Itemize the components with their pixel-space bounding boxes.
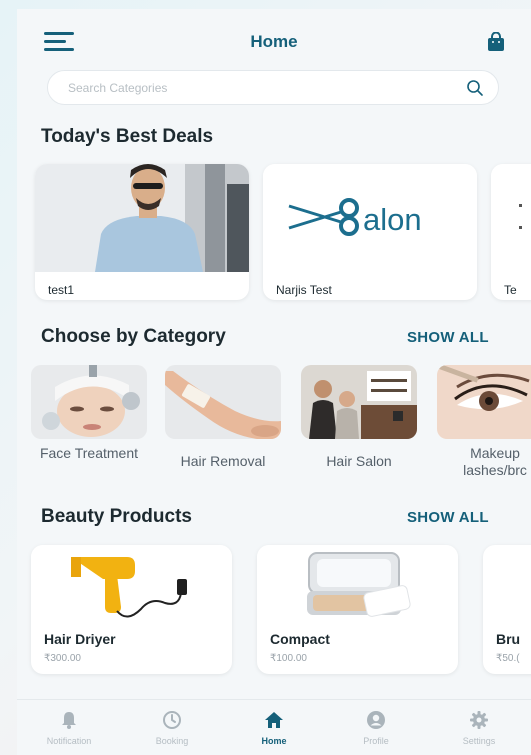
product-card-compact[interactable]: Compact ₹100.00	[257, 545, 458, 674]
app-screen: Home Today's Best Deals	[17, 9, 531, 755]
nav-label: Profile	[363, 736, 389, 746]
nav-label: Booking	[155, 736, 189, 746]
categories-show-all-link[interactable]: SHOW ALL	[407, 329, 489, 346]
nav-label: Settings	[462, 736, 496, 746]
category-image	[437, 365, 531, 439]
deal-label: Te	[504, 283, 517, 297]
deal-image	[35, 164, 249, 272]
search-input[interactable]	[68, 79, 448, 97]
nav-label: Notification	[46, 736, 92, 746]
deal-card-test1[interactable]: test1	[35, 164, 249, 300]
category-makeup-lashes[interactable]: Makeup lashes/brc	[437, 365, 531, 483]
product-price: ₹100.00	[270, 653, 307, 664]
logo-text: alon	[363, 202, 422, 237]
product-name: Compact	[270, 631, 330, 647]
product-price: ₹300.00	[44, 653, 81, 664]
search-icon[interactable]	[466, 79, 484, 97]
deals-title: Today's Best Deals	[41, 126, 214, 147]
product-image	[257, 545, 458, 623]
clock-icon	[163, 711, 181, 729]
search-bar	[47, 70, 499, 105]
nav-home[interactable]: Home	[234, 706, 314, 752]
nav-booking[interactable]: Booking	[132, 706, 212, 752]
home-icon	[265, 712, 283, 728]
deal-image	[491, 164, 531, 272]
bottom-navigation: Notification Booking Home Profile Settin…	[17, 699, 531, 755]
nav-settings[interactable]: Settings	[439, 706, 519, 752]
category-image	[301, 365, 417, 439]
deal-card-narjis-test[interactable]: alon Narjis Test	[263, 164, 477, 300]
page-title: Home	[250, 32, 298, 51]
category-hair-removal[interactable]: Hair Removal	[165, 365, 281, 483]
category-hair-salon[interactable]: Hair Salon	[301, 365, 417, 483]
product-card-partial[interactable]: Bru ₹50.(	[483, 545, 531, 674]
category-title: Choose by Category	[41, 326, 226, 347]
category-face-treatment[interactable]: Face Treatment	[31, 365, 147, 483]
category-label: Hair Removal	[180, 453, 266, 469]
category-label: Hair Salon	[326, 453, 392, 469]
product-image	[31, 545, 232, 623]
category-image	[165, 365, 281, 439]
product-card-hair-dryer[interactable]: Hair Driyer ₹300.00	[31, 545, 232, 674]
product-image	[483, 545, 531, 623]
category-label: Face Treatment	[39, 445, 139, 461]
category-label: Makeup lashes/brc	[463, 445, 527, 478]
gear-icon	[470, 711, 488, 729]
salon-logo: alon	[263, 164, 477, 272]
nav-profile[interactable]: Profile	[336, 706, 416, 752]
products-show-all-link[interactable]: SHOW ALL	[407, 509, 489, 526]
bell-icon	[62, 712, 76, 729]
product-name: Bru	[496, 631, 521, 647]
shopping-bag-icon[interactable]	[486, 32, 506, 52]
products-title: Beauty Products	[41, 506, 192, 527]
nav-notification[interactable]: Notification	[29, 706, 109, 752]
product-price: ₹50.(	[496, 653, 520, 664]
deal-label: test1	[48, 283, 75, 297]
product-name: Hair Driyer	[44, 631, 116, 647]
profile-icon	[367, 711, 385, 729]
deal-label: Narjis Test	[276, 283, 332, 297]
top-bar: Home	[17, 9, 531, 71]
deal-card-partial[interactable]: Te	[491, 164, 531, 300]
nav-label: Home	[261, 736, 287, 746]
category-image	[31, 365, 147, 439]
